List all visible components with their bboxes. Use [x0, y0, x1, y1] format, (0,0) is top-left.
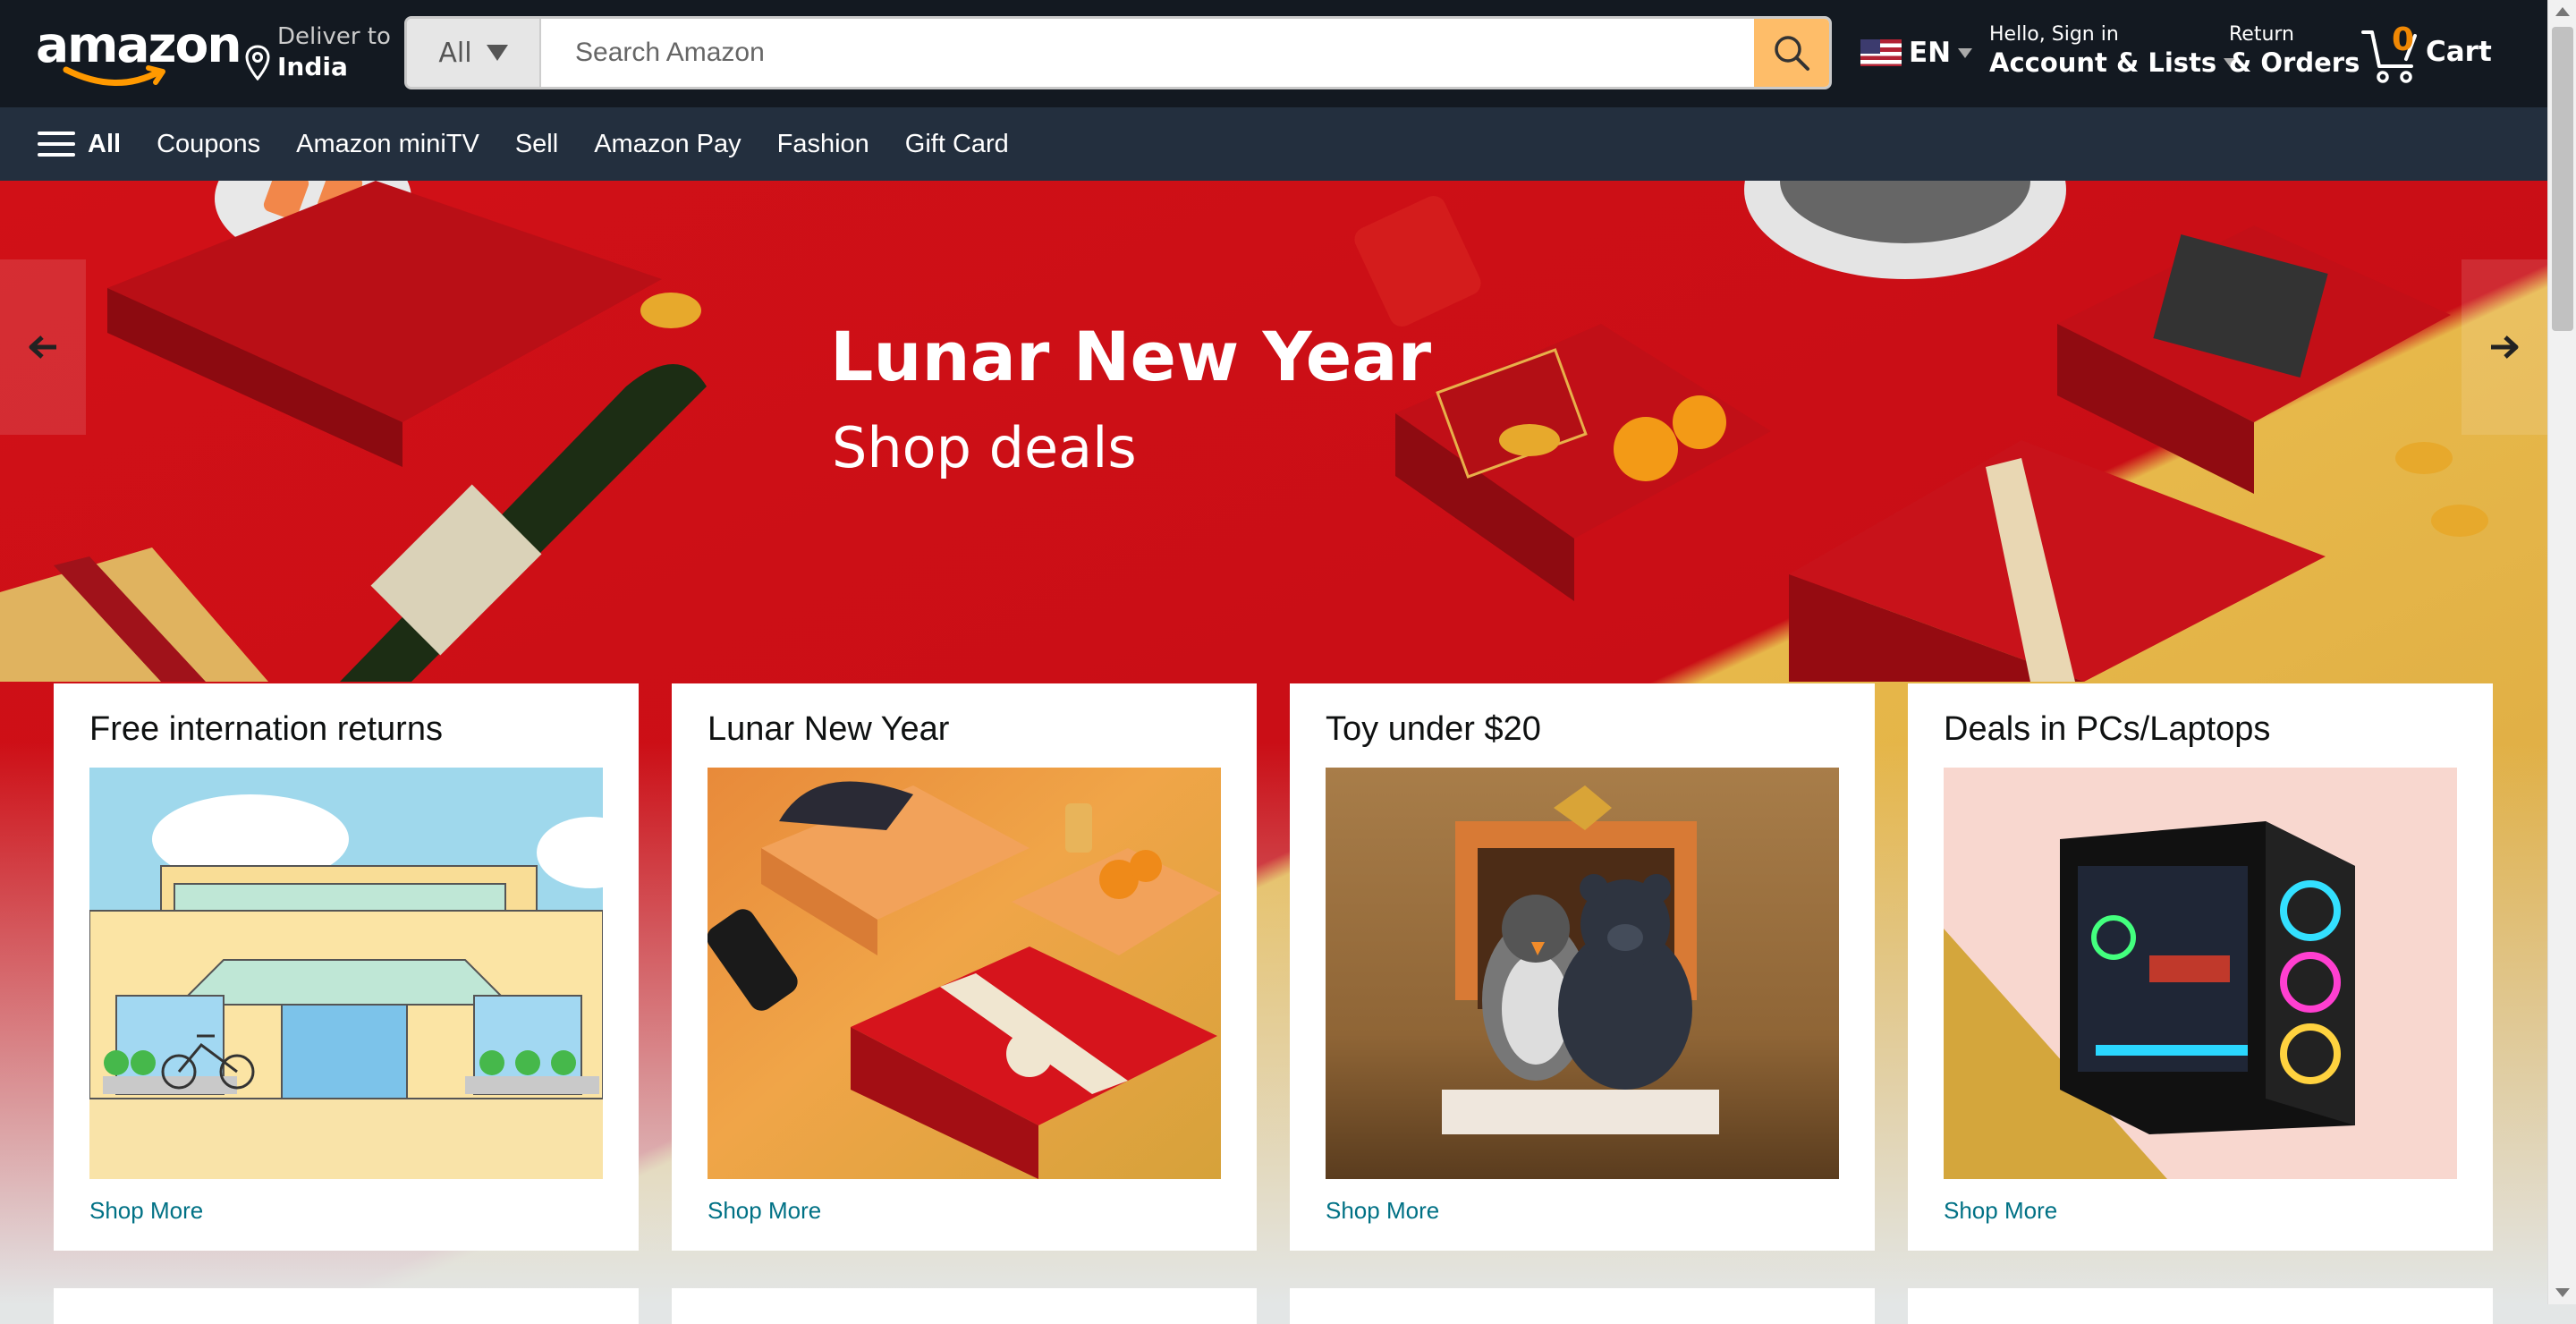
amazon-logo[interactable]: amazon — [36, 13, 242, 86]
hero-subtitle: Shop deals — [832, 415, 1137, 480]
account-greeting: Hello, Sign in — [1989, 23, 2119, 46]
card-title: Deals in PCs/Laptops — [1944, 710, 2271, 748]
arrow-left-icon — [29, 335, 56, 359]
search-input[interactable] — [541, 19, 1740, 87]
search-bar: All — [404, 16, 1832, 89]
search-button[interactable] — [1754, 19, 1829, 87]
orders-label: & Orders — [2229, 47, 2360, 78]
card-title: Lunar New Year — [708, 710, 950, 748]
card-pc-deals: Deals in PCs/Laptops Shop More — [1908, 683, 2493, 1251]
card-peek — [672, 1288, 1257, 1324]
hamburger-menu-icon — [38, 124, 75, 164]
storefront-image[interactable] — [89, 768, 603, 1179]
deliver-to-label: Deliver to — [277, 23, 391, 50]
card-title: Toy under $20 — [1326, 710, 1541, 748]
page-scrollbar[interactable] — [2547, 0, 2576, 1304]
gaming-pc-image[interactable] — [1944, 768, 2457, 1179]
deliver-country: India — [277, 52, 348, 81]
carousel-next-button[interactable] — [2462, 259, 2547, 435]
cart-count: 0 — [2392, 21, 2415, 58]
lunar-gifts-image[interactable] — [708, 768, 1221, 1179]
account-label: Account & Lists — [1989, 47, 2217, 78]
hero-title: Lunar New Year — [830, 317, 1432, 396]
nav-item-minitv[interactable]: Amazon miniTV — [296, 130, 479, 159]
language-selector[interactable]: EN — [1860, 30, 1973, 75]
search-icon — [1775, 36, 1809, 71]
scrollbar-thumb[interactable] — [2552, 27, 2573, 331]
nav-item-coupons[interactable]: Coupons — [157, 130, 260, 159]
hero-illustration — [0, 181, 2488, 682]
carousel-prev-button[interactable] — [0, 259, 86, 435]
search-category-dropdown[interactable]: All — [407, 19, 541, 87]
card-title: Free internation returns — [89, 710, 443, 748]
nav-item-amazon-pay[interactable]: Amazon Pay — [594, 130, 741, 159]
arrow-right-icon — [2491, 335, 2519, 359]
language-code: EN — [1909, 37, 1952, 69]
top-header: amazon Deliver to India All EN — [0, 0, 2547, 107]
scroll-up-icon[interactable] — [2555, 7, 2570, 16]
shop-more-link[interactable]: Shop More — [89, 1197, 203, 1225]
chevron-down-icon — [486, 45, 508, 61]
returns-and-orders[interactable]: Return & Orders — [2229, 23, 2360, 78]
nav-item-fashion[interactable]: Fashion — [777, 130, 869, 159]
us-flag-icon — [1860, 39, 1902, 66]
nav-item-sell[interactable]: Sell — [515, 130, 558, 159]
card-lunar-new-year: Lunar New Year Shop More — [672, 683, 1257, 1251]
logo-smile-icon — [63, 65, 165, 86]
card-free-returns: Free internation returns Shop More — [54, 683, 639, 1251]
card-peek — [1290, 1288, 1875, 1324]
account-and-lists[interactable]: Hello, Sign in Account & Lists — [1989, 23, 2239, 78]
secondary-nav: All Coupons Amazon miniTV Sell Amazon Pa… — [0, 107, 2547, 181]
shop-more-link[interactable]: Shop More — [1326, 1197, 1439, 1225]
card-peek — [54, 1288, 639, 1324]
nav-item-gift-card[interactable]: Gift Card — [905, 130, 1009, 159]
card-peek — [1908, 1288, 2493, 1324]
scroll-down-icon[interactable] — [2555, 1288, 2570, 1297]
chevron-down-icon — [1958, 47, 1973, 58]
shop-more-link[interactable]: Shop More — [708, 1197, 821, 1225]
nav-all-label: All — [88, 129, 122, 158]
returns-label: Return — [2229, 23, 2295, 46]
shop-more-link[interactable]: Shop More — [1944, 1197, 2057, 1225]
toys-image[interactable] — [1326, 768, 1839, 1179]
search-category-label: All — [438, 37, 472, 69]
card-toys-under-20: Toy under $20 Shop More — [1290, 683, 1875, 1251]
cart-button[interactable]: 0 Cart — [2361, 21, 2496, 86]
location-pin-icon — [245, 45, 270, 81]
cart-label: Cart — [2426, 36, 2492, 68]
nav-all-menu[interactable]: All — [38, 124, 121, 164]
